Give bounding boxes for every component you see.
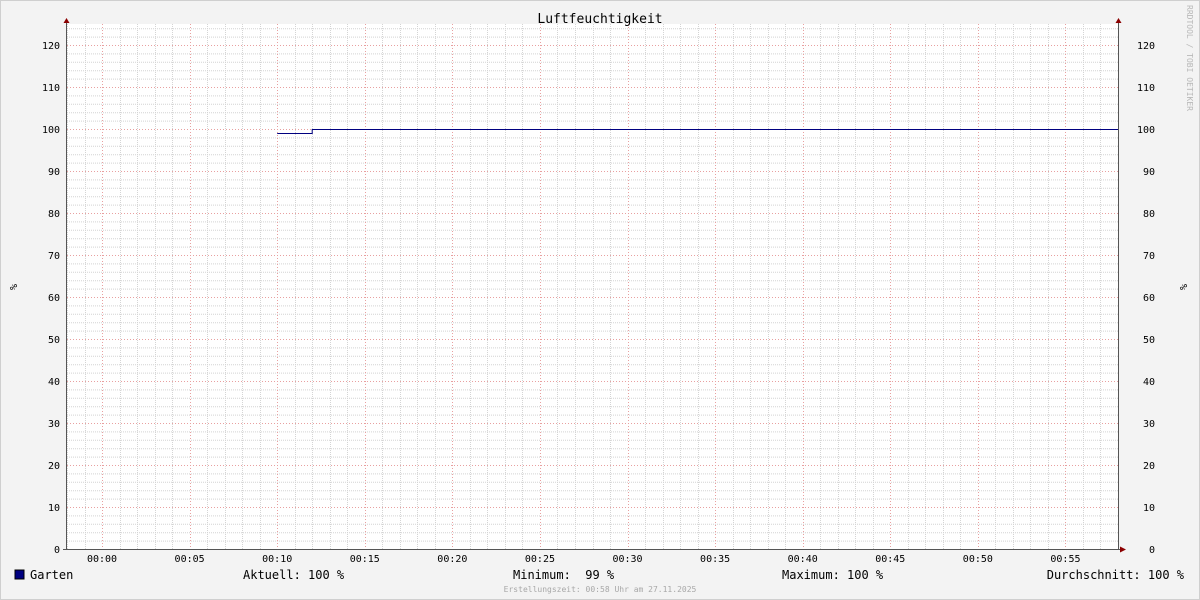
x-tick-label: 00:55 <box>1050 554 1080 565</box>
y-tick-label: 10 <box>48 503 60 514</box>
legend-current: Aktuell: 100 % <box>243 568 345 582</box>
x-tick-label: 00:10 <box>262 554 292 565</box>
y-tick-label: 30 <box>1143 419 1155 430</box>
y-tick-labels-left: 0 10 20 30 40 50 60 70 80 90 100 110 120 <box>42 41 60 556</box>
y-tick-label: 120 <box>42 41 60 52</box>
x-tick-label: 00:45 <box>875 554 905 565</box>
y-axis-label-left: % <box>7 284 18 290</box>
y-tick-label: 120 <box>1137 41 1155 52</box>
y-tick-label: 70 <box>48 251 60 262</box>
x-axis-arrow <box>1120 546 1126 553</box>
y-tick-label: 40 <box>1143 377 1155 388</box>
x-tick-label: 00:30 <box>612 554 642 565</box>
x-tick-label: 00:05 <box>175 554 205 565</box>
creation-timestamp: Erstellungszeit: 00:58 Uhr am 27.11.2025 <box>504 585 697 594</box>
legend-swatch <box>14 569 25 580</box>
x-tick-label: 00:15 <box>350 554 380 565</box>
y-tick-label: 100 <box>1137 125 1155 136</box>
x-tick-label: 00:00 <box>87 554 117 565</box>
y-tick-label: 90 <box>48 167 60 178</box>
legend-minimum: Minimum: 99 % <box>513 568 615 582</box>
y-tick-label: 60 <box>1143 293 1155 304</box>
y-tick-label: 110 <box>42 83 60 94</box>
legend-maximum: Maximum: 100 % <box>782 568 884 582</box>
y-tick-labels-right: 0 10 20 30 40 50 60 70 80 90 100 110 120 <box>1137 41 1155 556</box>
y-tick-label: 30 <box>48 419 60 430</box>
y-tick-label: 110 <box>1137 83 1155 94</box>
y-tick-label: 90 <box>1143 167 1155 178</box>
y-tick-label: 100 <box>42 125 60 136</box>
x-tick-label: 00:50 <box>963 554 993 565</box>
x-tick-labels: 00:00 00:05 00:10 00:15 00:20 00:25 00:30 00:35… <box>87 554 1081 565</box>
y-tick-label: 80 <box>1143 209 1155 220</box>
y-tick-label: 20 <box>1143 461 1155 472</box>
y-tick-label: 50 <box>48 335 60 346</box>
y-axis-arrow-right <box>1115 18 1122 23</box>
y-tick-label: 40 <box>48 377 60 388</box>
y-tick-label: 0 <box>1149 545 1155 556</box>
x-tick-label: 00:20 <box>437 554 467 565</box>
x-tick-label: 00:35 <box>700 554 730 565</box>
y-tick-label: 60 <box>48 293 60 304</box>
y-tick-label: 20 <box>48 461 60 472</box>
y-axis-arrow-left <box>63 18 70 23</box>
legend-average: Durchschnitt: 100 % <box>1047 568 1185 582</box>
y-tick-label: 70 <box>1143 251 1155 262</box>
y-tick-label: 80 <box>48 209 60 220</box>
y-axis-label-right: % <box>1177 284 1188 290</box>
y-tick-label: 0 <box>54 545 60 556</box>
y-tick-label: 50 <box>1143 335 1155 346</box>
chart-title: Luftfeuchtigkeit <box>537 12 662 27</box>
x-tick-label: 00:25 <box>525 554 555 565</box>
legend-series-name: Garten <box>30 568 73 582</box>
y-tick-label: 10 <box>1143 503 1155 514</box>
humidity-chart: 0 10 20 30 40 50 60 70 80 90 100 110 120 0 10 20 30 40 50… <box>7 5 1194 594</box>
x-tick-label: 00:40 <box>788 554 818 565</box>
rrdtool-watermark: RRDTOOL / TOBI OETIKER <box>1185 5 1194 111</box>
